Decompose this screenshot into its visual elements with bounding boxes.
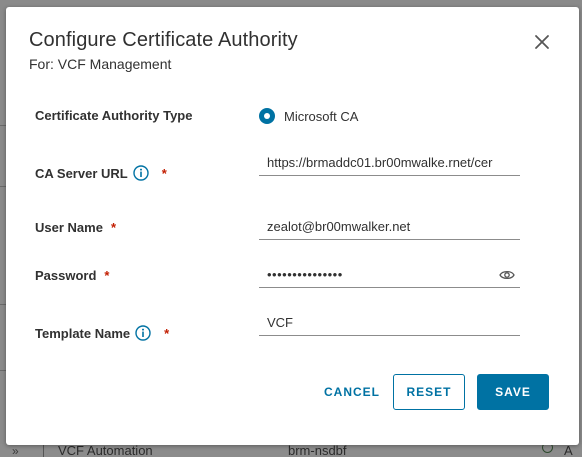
info-icon[interactable] bbox=[135, 325, 151, 341]
reset-button[interactable]: RESET bbox=[393, 374, 465, 410]
background-row-trailing: A bbox=[564, 444, 573, 457]
ca-type-label: Certificate Authority Type bbox=[35, 108, 192, 123]
template-name-label: Template Name * bbox=[35, 325, 169, 341]
modal-title: Configure Certificate Authority bbox=[29, 29, 298, 51]
save-button[interactable]: SAVE bbox=[477, 374, 549, 410]
expand-chevron-icon: » bbox=[12, 444, 19, 457]
background-row-name: VCF Automation bbox=[58, 444, 153, 457]
info-icon[interactable] bbox=[133, 165, 149, 181]
radio-selected-icon[interactable] bbox=[259, 108, 275, 124]
configure-ca-modal: Configure Certificate Authority For: VCF… bbox=[6, 7, 579, 445]
ca-server-url-label-text: CA Server URL bbox=[35, 165, 128, 181]
password-input[interactable] bbox=[259, 262, 520, 288]
ca-server-url-label: CA Server URL * bbox=[35, 165, 167, 181]
background-table-row: » VCF Automation brm-nsdbf A bbox=[0, 444, 582, 457]
radio-dot bbox=[264, 113, 270, 119]
required-marker: * bbox=[161, 165, 167, 181]
microsoft-ca-label[interactable]: Microsoft CA bbox=[284, 109, 358, 124]
user-name-input[interactable] bbox=[259, 214, 520, 240]
password-label-text: Password bbox=[35, 268, 97, 283]
cancel-button[interactable]: CANCEL bbox=[317, 374, 387, 410]
status-check-icon bbox=[542, 444, 553, 453]
password-label: Password * bbox=[35, 268, 109, 283]
background-row-host: brm-nsdbf bbox=[288, 444, 347, 457]
ca-type-label-text: Certificate Authority Type bbox=[35, 108, 193, 123]
ca-server-url-input[interactable] bbox=[259, 150, 520, 176]
template-name-input[interactable] bbox=[259, 310, 520, 336]
user-name-label: User Name * bbox=[35, 220, 116, 235]
eye-icon[interactable] bbox=[499, 269, 515, 281]
required-marker: * bbox=[110, 220, 116, 235]
background-divider bbox=[43, 444, 44, 457]
modal-subtitle: For: VCF Management bbox=[29, 56, 172, 72]
required-marker: * bbox=[104, 268, 110, 283]
user-name-label-text: User Name bbox=[35, 220, 103, 235]
template-name-label-text: Template Name bbox=[35, 325, 131, 341]
microsoft-ca-radio[interactable]: Microsoft CA bbox=[259, 108, 358, 124]
close-icon[interactable] bbox=[533, 33, 551, 51]
required-marker: * bbox=[164, 325, 170, 341]
